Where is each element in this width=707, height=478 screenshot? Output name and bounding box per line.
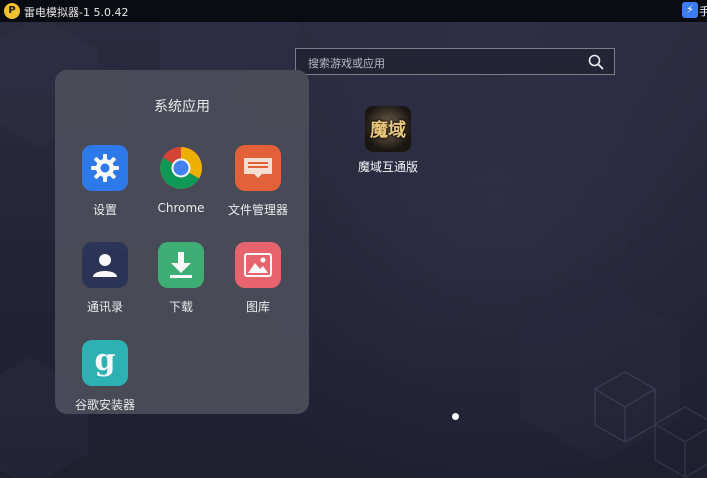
titlebar-right-label[interactable]: 手 [699,3,707,19]
system-apps-folder: 系统应用 设置 Chrome 文件管理器 通讯录 下载 图库 g 谷歌安装器 [55,70,309,414]
app-logo-icon: P [4,3,20,19]
search-placeholder: 搜索游戏或应用 [308,57,385,70]
window-titlebar: P 雷电模拟器-1 5.0.42 ⚡ 手 [0,0,707,22]
folder-title: 系统应用 [154,99,210,115]
contacts-icon [82,242,128,288]
desktop: 搜索游戏或应用 系统应用 设置 Chrome 文件管理器 通讯录 下载 图库 g… [0,22,707,478]
search-icon[interactable] [588,54,604,70]
google-installer-glyph: g [94,343,116,378]
moyu-game-icon: 魔域 [365,106,411,152]
page-indicator-dot[interactable] [452,413,459,420]
download-icon [158,242,204,288]
moyu-logo-text: 魔域 [370,120,406,141]
google-installer-icon: g [82,340,128,386]
settings-icon [82,145,128,191]
chrome-icon [158,145,204,191]
search-bar[interactable]: 搜索游戏或应用 [295,48,615,75]
app-label: 图库 [245,300,270,314]
file-manager-icon [235,145,281,191]
app-label: 魔域互通版 [357,160,418,174]
window-title: 雷电模拟器-1 5.0.42 [24,6,129,19]
gallery-icon [235,242,281,288]
lightning-icon[interactable]: ⚡ [682,2,698,18]
app-label: 谷歌安装器 [74,398,135,412]
app-label: 文件管理器 [227,203,288,217]
background-cube-icon [654,406,707,478]
